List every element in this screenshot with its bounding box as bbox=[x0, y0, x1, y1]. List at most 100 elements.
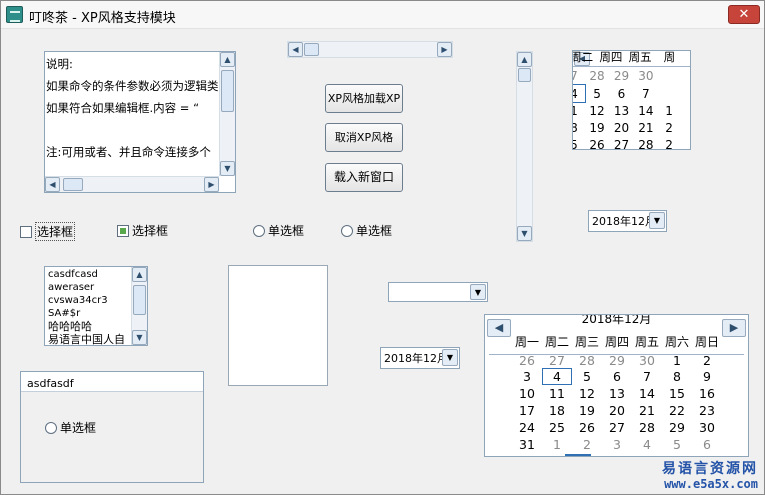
day-cell[interactable]: 2 bbox=[658, 136, 680, 150]
combo-box[interactable]: ▼ bbox=[388, 282, 488, 302]
month-calendar-small[interactable]: ◀ 周二 周四 周五 周 7 28 29 30 4 5 6 7 bbox=[572, 50, 691, 150]
list-item[interactable]: 哈哈哈哈 bbox=[48, 320, 125, 333]
month-calendar[interactable]: ◀ 2018年12月 ▶ 周一 周二 周三 周四 周五 周六 周日 26 27 … bbox=[484, 314, 749, 457]
chevron-down-icon[interactable]: ▼ bbox=[649, 212, 665, 229]
day-cell[interactable]: 14 bbox=[632, 385, 662, 402]
day-cell[interactable]: 25 bbox=[542, 419, 572, 436]
day-cell[interactable]: 17 bbox=[512, 402, 542, 419]
day-cell-other-month[interactable]: 28 bbox=[572, 352, 602, 368]
checkbox-box-checked[interactable] bbox=[117, 224, 129, 237]
memo-editbox[interactable]: 说明: 如果命令的条件参数必须为逻辑类 如果符合如果编辑框.内容 = “ 注:可… bbox=[44, 51, 236, 193]
day-cell[interactable]: 20 bbox=[602, 402, 632, 419]
checkbox-2[interactable]: 选择框 bbox=[117, 222, 168, 239]
day-cell[interactable]: 29 bbox=[609, 67, 633, 85]
scroll-right-arrow-icon[interactable]: ▶ bbox=[437, 42, 452, 57]
day-cell[interactable]: 22 bbox=[662, 402, 692, 419]
day-cell[interactable]: 21 bbox=[632, 402, 662, 419]
day-cell[interactable]: 1 bbox=[573, 102, 585, 119]
list-vscrollbar[interactable]: ▲ ▼ bbox=[131, 267, 147, 345]
day-cell[interactable]: 9 bbox=[692, 368, 722, 385]
load-new-window-button[interactable]: 载入新窗口 bbox=[325, 163, 403, 192]
radio-circle[interactable] bbox=[341, 224, 353, 237]
chevron-down-icon[interactable]: ▼ bbox=[442, 349, 458, 366]
radio-2[interactable]: 单选框 bbox=[341, 222, 392, 239]
date-picker-right[interactable]: 2018年12月 ▼ bbox=[588, 210, 667, 232]
day-cell[interactable]: 1 bbox=[662, 352, 692, 368]
day-cell-other-month[interactable]: 26 bbox=[512, 352, 542, 368]
day-cell-other-month[interactable]: 5 bbox=[662, 436, 692, 453]
memo-hscroll-thumb[interactable] bbox=[63, 178, 83, 191]
day-cell[interactable]: 19 bbox=[585, 119, 609, 136]
day-cell[interactable]: 10 bbox=[512, 385, 542, 402]
scroll-up-arrow-icon[interactable]: ▲ bbox=[517, 52, 532, 67]
day-cell[interactable]: 13 bbox=[609, 102, 633, 119]
day-cell[interactable]: 2 bbox=[658, 119, 680, 136]
day-cell[interactable]: 30 bbox=[634, 67, 658, 85]
day-cell[interactable]: 1 bbox=[658, 102, 680, 119]
calendar-days[interactable]: 26 27 28 29 30 1 2 3 4 5 6 7 8 9 10 11 1… bbox=[512, 352, 722, 453]
day-cell-today[interactable]: 4 bbox=[573, 84, 586, 103]
radio-circle[interactable] bbox=[45, 421, 57, 434]
day-cell[interactable]: 7 bbox=[573, 67, 585, 85]
day-cell[interactable]: 7 bbox=[632, 368, 662, 385]
memo-hscrollbar[interactable]: ◀ ▶ bbox=[45, 176, 219, 192]
chevron-down-icon[interactable]: ▼ bbox=[470, 284, 486, 300]
day-cell[interactable]: 12 bbox=[585, 102, 609, 119]
day-cell[interactable] bbox=[658, 67, 680, 85]
vertical-scrollbar[interactable]: ▲ ▼ bbox=[516, 51, 533, 242]
day-cell[interactable]: 18 bbox=[542, 402, 572, 419]
scroll-down-arrow-icon[interactable]: ▼ bbox=[220, 161, 235, 176]
day-cell[interactable]: 26 bbox=[572, 419, 602, 436]
title-bar[interactable]: 叮咚茶 - XP风格支持模块 ✕ bbox=[1, 1, 764, 29]
day-cell[interactable]: 8 bbox=[573, 119, 585, 136]
horizontal-scrollbar[interactable]: ◀ ▶ bbox=[287, 41, 453, 58]
scroll-down-arrow-icon[interactable]: ▼ bbox=[517, 226, 532, 241]
checkbox-1[interactable]: 选择框 bbox=[20, 222, 76, 241]
day-cell[interactable]: 5 bbox=[585, 85, 609, 102]
day-cell[interactable]: 6 bbox=[609, 85, 633, 102]
day-cell[interactable]: 6 bbox=[602, 368, 632, 385]
day-cell[interactable]: 29 bbox=[662, 419, 692, 436]
memo-vscrollbar[interactable]: ▲ ▼ bbox=[219, 52, 235, 176]
radio-1[interactable]: 单选框 bbox=[253, 222, 304, 239]
day-cell-other-month[interactable]: 4 bbox=[632, 436, 662, 453]
scroll-left-arrow-icon[interactable]: ◀ bbox=[45, 177, 60, 192]
scroll-up-arrow-icon[interactable]: ▲ bbox=[132, 267, 147, 282]
day-cell-other-month[interactable]: 6 bbox=[692, 436, 722, 453]
xp-style-load-button[interactable]: XP风格加载XP bbox=[325, 84, 403, 113]
list-item[interactable]: SA#$r bbox=[48, 307, 125, 320]
day-cell[interactable]: 3 bbox=[512, 368, 542, 385]
day-cell[interactable]: 5 bbox=[572, 368, 602, 385]
day-cell[interactable]: 8 bbox=[662, 368, 692, 385]
day-cell[interactable]: 19 bbox=[572, 402, 602, 419]
list-item[interactable]: cvswa34cr3 bbox=[48, 294, 125, 307]
xp-style-cancel-button[interactable]: 取消XP风格 bbox=[325, 123, 403, 152]
day-cell[interactable]: 24 bbox=[512, 419, 542, 436]
list-item[interactable]: casdfcasd bbox=[48, 268, 125, 281]
vscroll-thumb[interactable] bbox=[518, 68, 531, 82]
day-cell[interactable]: 21 bbox=[634, 119, 658, 136]
scroll-left-arrow-icon[interactable]: ◀ bbox=[288, 42, 303, 57]
scroll-up-arrow-icon[interactable]: ▲ bbox=[220, 52, 235, 67]
list-item[interactable]: aweraser bbox=[48, 281, 125, 294]
day-cell[interactable]: 15 bbox=[662, 385, 692, 402]
day-cell[interactable] bbox=[658, 85, 680, 102]
hscroll-thumb[interactable] bbox=[304, 43, 319, 56]
day-cell[interactable]: 12 bbox=[572, 385, 602, 402]
day-cell[interactable]: 28 bbox=[632, 419, 662, 436]
day-cell[interactable]: 23 bbox=[692, 402, 722, 419]
day-cell-other-month[interactable]: 27 bbox=[542, 352, 572, 368]
day-cell[interactable]: 27 bbox=[609, 136, 633, 150]
day-cell-other-month[interactable]: 2 bbox=[572, 436, 602, 453]
radio-circle[interactable] bbox=[253, 224, 265, 237]
day-cell[interactable]: 26 bbox=[585, 136, 609, 150]
group-radio[interactable]: 单选框 bbox=[45, 419, 96, 436]
day-cell[interactable]: 13 bbox=[602, 385, 632, 402]
day-cell-other-month[interactable]: 29 bbox=[602, 352, 632, 368]
day-cell[interactable]: 31 bbox=[512, 436, 542, 453]
day-cell-other-month[interactable]: 30 bbox=[632, 352, 662, 368]
date-picker-left[interactable]: 2018年12月 ▼ bbox=[380, 347, 460, 369]
day-cell[interactable]: 28 bbox=[634, 136, 658, 150]
list-item[interactable]: 易语言中国人自 bbox=[48, 333, 125, 345]
small-calendar-days[interactable]: 7 28 29 30 4 5 6 7 1 12 13 14 1 8 bbox=[573, 67, 680, 150]
